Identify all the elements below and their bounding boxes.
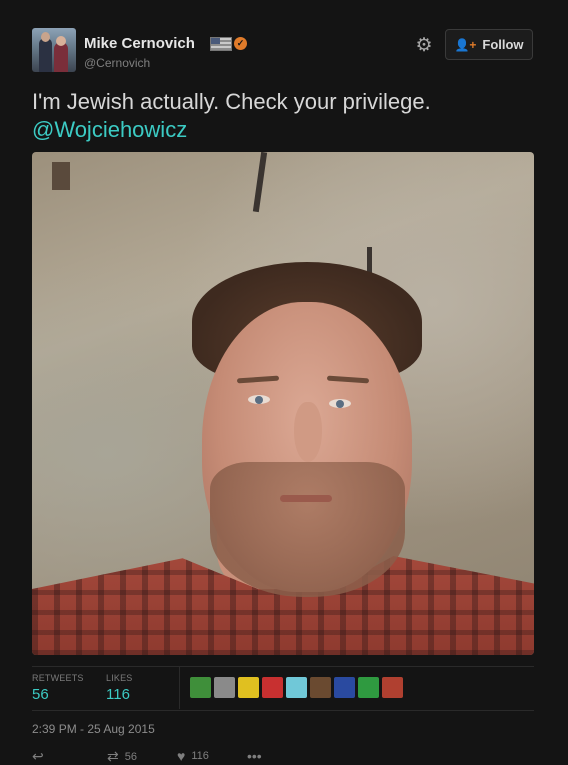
reply-button[interactable]: ↩	[32, 748, 44, 765]
heart-icon: ♥	[177, 748, 186, 764]
eye	[248, 395, 270, 404]
liker-avatar[interactable]	[214, 677, 235, 698]
follow-label: Follow	[482, 37, 524, 52]
tweet-timestamp[interactable]: 2:39 PM - 25 Aug 2015	[32, 722, 155, 736]
author-avatar[interactable]	[32, 28, 76, 72]
mention-link[interactable]: @Wojciehowicz	[32, 116, 542, 144]
retweet-icon: ⇄	[107, 748, 119, 764]
divider	[32, 666, 534, 667]
author-handle[interactable]: @Cernovich	[84, 56, 150, 70]
like-button[interactable]: ♥ 116	[177, 748, 209, 764]
liker-avatar[interactable]	[286, 677, 307, 698]
tweet-body: I'm Jewish actually. Check your privileg…	[32, 89, 431, 114]
liker-avatar[interactable]	[310, 677, 331, 698]
like-count: 116	[191, 750, 209, 762]
more-button[interactable]: •••	[247, 748, 262, 764]
flag-icon	[210, 37, 232, 51]
mouth	[280, 495, 332, 502]
nose	[294, 402, 322, 462]
avatar-figure-head	[56, 36, 66, 46]
tweet-card: Mike Cernovich ✓ @Cernovich ⚙ 👤+ Follow …	[0, 0, 568, 765]
author-name[interactable]: Mike Cernovich	[84, 35, 195, 52]
wall-crack	[252, 152, 268, 213]
retweets-count[interactable]: 56	[32, 686, 49, 703]
reply-icon: ↩	[32, 748, 44, 764]
retweets-label: RETWEETS	[32, 673, 84, 683]
tweet-text: I'm Jewish actually. Check your privileg…	[32, 88, 542, 144]
stats-separator	[179, 667, 180, 709]
liker-avatar[interactable]	[238, 677, 259, 698]
liker-avatar[interactable]	[262, 677, 283, 698]
wall-crack	[52, 162, 70, 190]
divider	[32, 710, 534, 711]
more-icon: •••	[247, 748, 262, 764]
avatar-figure-head	[41, 32, 50, 42]
liker-avatar[interactable]	[190, 677, 211, 698]
gear-icon[interactable]: ⚙	[414, 36, 434, 56]
follow-button[interactable]: 👤+ Follow	[445, 29, 533, 60]
likes-count[interactable]: 116	[106, 686, 130, 703]
avatar-figure	[54, 42, 68, 72]
liker-avatar[interactable]	[358, 677, 379, 698]
retweet-button[interactable]: ⇄ 56	[107, 748, 137, 765]
tweet-photo[interactable]	[32, 152, 534, 655]
verified-badge-icon: ✓	[234, 37, 247, 50]
liker-avatar[interactable]	[382, 677, 403, 698]
likers-avatars	[190, 677, 403, 698]
liker-avatar[interactable]	[334, 677, 355, 698]
likes-label: LIKES	[106, 673, 133, 683]
avatar-figure	[39, 38, 52, 72]
beard	[210, 462, 405, 597]
retweet-count: 56	[124, 750, 137, 763]
eye	[329, 399, 351, 408]
add-user-icon: 👤+	[454, 37, 477, 52]
